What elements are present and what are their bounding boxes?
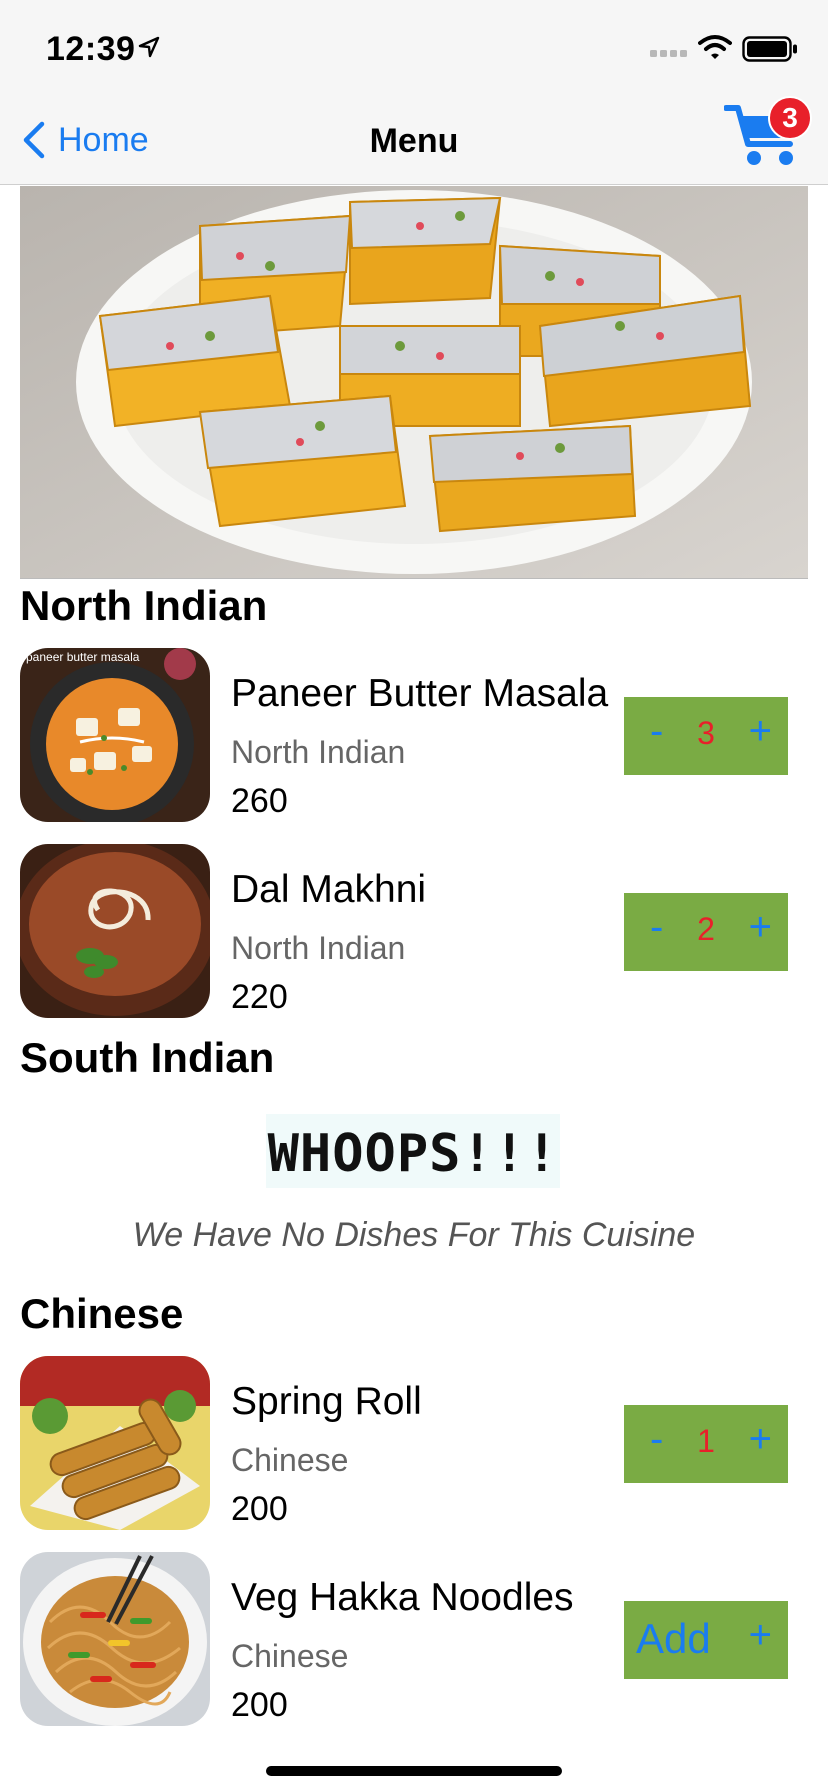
battery-icon bbox=[742, 36, 797, 62]
banner-image bbox=[20, 186, 808, 579]
increment-button[interactable]: + bbox=[749, 1613, 772, 1658]
dish-thumbnail-veg-hakka-noodles bbox=[20, 1552, 210, 1726]
dish-price: 200 bbox=[231, 1490, 288, 1528]
location-arrow-icon bbox=[138, 36, 160, 58]
increment-button[interactable]: + bbox=[749, 1417, 772, 1462]
dish-thumbnail-paneer-butter-masala: paneer butter masala bbox=[20, 648, 210, 822]
dish-cuisine: North Indian bbox=[231, 734, 406, 770]
increment-button[interactable]: + bbox=[749, 905, 772, 950]
dish-cuisine: Chinese bbox=[231, 1638, 349, 1674]
cart-badge: 3 bbox=[768, 96, 812, 140]
thumbnail-caption: paneer butter masala bbox=[26, 650, 140, 664]
dish-price: 260 bbox=[231, 782, 288, 820]
add-button[interactable]: Add bbox=[636, 1615, 711, 1663]
dish-name: Spring Roll bbox=[231, 1380, 422, 1423]
status-time: 12:39 bbox=[46, 30, 136, 68]
section-title-south-indian: South Indian bbox=[20, 1034, 275, 1081]
cellular-signal-icon bbox=[650, 50, 687, 57]
quantity-stepper: - 1 + bbox=[624, 1405, 788, 1483]
dish-name: Paneer Butter Masala bbox=[231, 672, 609, 715]
dish-name: Veg Hakka Noodles bbox=[231, 1576, 574, 1619]
quantity-stepper: - 3 + bbox=[624, 697, 788, 775]
empty-state-message: We Have No Dishes For This Cuisine bbox=[132, 1216, 696, 1254]
home-indicator bbox=[266, 1766, 562, 1776]
dish-cuisine: Chinese bbox=[231, 1442, 349, 1478]
section-title-chinese: Chinese bbox=[20, 1290, 184, 1337]
add-to-cart-control: Add + bbox=[624, 1601, 788, 1679]
dish-thumbnail-dal-makhni bbox=[20, 844, 210, 1018]
dish-price: 200 bbox=[231, 1686, 288, 1724]
empty-state-banner: WHOOPS!!! bbox=[266, 1114, 560, 1188]
quantity-stepper: - 2 + bbox=[624, 893, 788, 971]
dish-thumbnail-spring-roll bbox=[20, 1356, 210, 1530]
increment-button[interactable]: + bbox=[749, 709, 772, 754]
wifi-icon bbox=[698, 35, 732, 59]
status-bar: 12:39 bbox=[0, 0, 828, 96]
empty-state-title: WHOOPS!!! bbox=[267, 1124, 559, 1184]
section-title-north-indian: North Indian bbox=[20, 582, 268, 629]
dish-cuisine: North Indian bbox=[231, 930, 406, 966]
page-title: Menu bbox=[369, 122, 459, 160]
dish-name: Dal Makhni bbox=[231, 868, 427, 911]
dish-price: 220 bbox=[231, 978, 288, 1016]
navigation-bar: Home Menu bbox=[0, 96, 828, 185]
